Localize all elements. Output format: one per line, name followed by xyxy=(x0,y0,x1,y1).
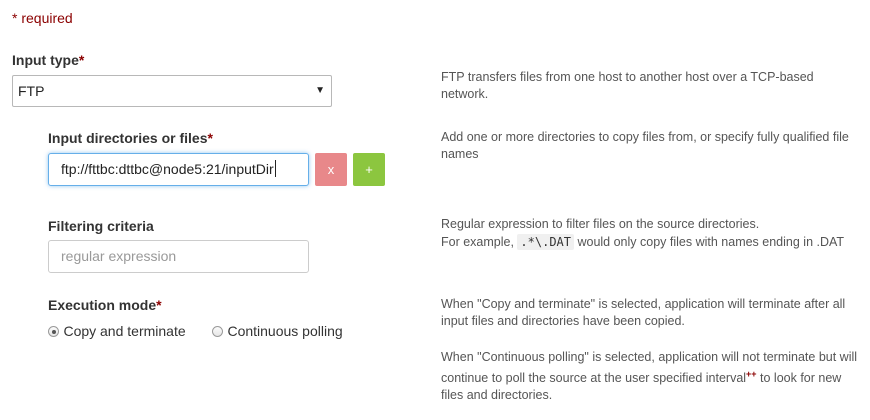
input-dirs-label: Input directories or files* xyxy=(48,130,213,146)
execution-mode-required-star: * xyxy=(156,297,162,313)
filtering-help: Regular expression to filter files on th… xyxy=(441,216,866,251)
radio-option-copy-terminate[interactable]: Copy and terminate xyxy=(48,323,186,341)
input-type-label: Input type* xyxy=(12,52,84,68)
radio-button-continuous-polling[interactable] xyxy=(212,326,223,337)
radio-button-copy-terminate[interactable] xyxy=(48,326,59,337)
radio-label-copy-terminate: Copy and terminate xyxy=(63,323,186,339)
chevron-down-icon: ▼ xyxy=(315,85,325,96)
text-cursor xyxy=(274,160,276,177)
filtering-help-prefix: For example, xyxy=(441,235,518,249)
required-note: * required xyxy=(12,10,73,26)
input-type-label-text: Input type xyxy=(12,52,79,68)
filtering-help-line1: Regular expression to filter files on th… xyxy=(441,217,760,231)
filtering-help-suffix: would only copy files with names ending … xyxy=(574,235,845,249)
execution-mode-label-text: Execution mode xyxy=(48,297,157,313)
execution-mode-help-1: When "Copy and terminate" is selected, a… xyxy=(441,297,846,328)
input-type-selected-value: FTP xyxy=(18,83,45,99)
remove-dir-button[interactable]: x xyxy=(315,153,347,186)
filtering-placeholder: regular expression xyxy=(61,248,177,264)
input-dirs-help: Add one or more directories to copy file… xyxy=(441,130,849,161)
required-text: required xyxy=(17,10,73,26)
input-dirs-label-text: Input directories or files xyxy=(48,130,208,146)
execution-mode-label: Execution mode* xyxy=(48,297,162,313)
filtering-help-line2: For example, .*\.DAT would only copy fil… xyxy=(441,234,866,251)
execution-mode-help-2: When "Continuous polling" is selected, a… xyxy=(441,349,861,404)
input-type-select[interactable]: FTP ▼ xyxy=(12,75,332,107)
radio-option-continuous-polling[interactable]: Continuous polling xyxy=(212,323,343,341)
input-dir-field[interactable]: ftp://fttbc:dttbc@node5:21/inputDir xyxy=(48,153,309,186)
radio-label-continuous-polling: Continuous polling xyxy=(227,323,343,339)
filtering-help-code: .*\.DAT xyxy=(517,234,574,250)
input-dir-value: ftp://fttbc:dttbc@node5:21/inputDir xyxy=(61,161,274,177)
filtering-input[interactable]: regular expression xyxy=(48,240,309,273)
input-dirs-required-star: * xyxy=(207,130,213,146)
input-type-required-star: * xyxy=(78,52,85,68)
input-type-help: FTP transfers files from one host to ano… xyxy=(441,70,814,101)
add-dir-button[interactable]: + xyxy=(353,153,385,186)
filtering-label: Filtering criteria xyxy=(48,218,154,234)
interval-footnote-marker: ++ xyxy=(746,369,757,379)
